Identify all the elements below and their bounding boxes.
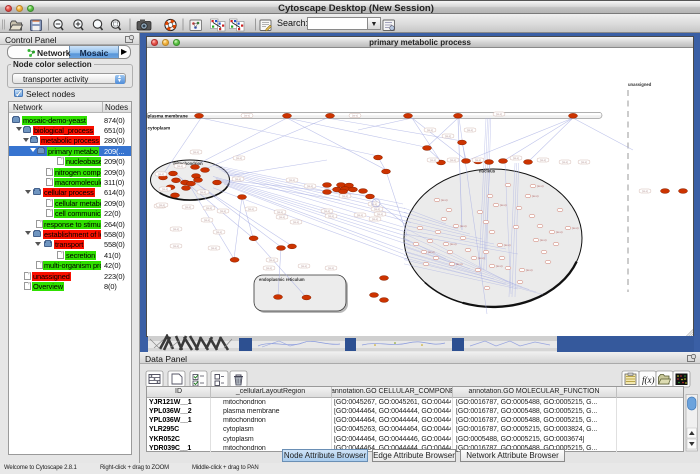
svg-text:(xx-x): (xx-x) — [467, 129, 473, 132]
svg-text:(xx-x): (xx-x) — [289, 179, 295, 182]
svg-text:(xx-x): (xx-x) — [478, 256, 485, 260]
svg-text:(xx-x): (xx-x) — [581, 161, 587, 164]
svg-text:(xx-x): (xx-x) — [293, 221, 299, 224]
svg-text:(xx-x): (xx-x) — [301, 265, 307, 268]
svg-text:(xx-x): (xx-x) — [540, 159, 546, 162]
svg-text:(xx-x): (xx-x) — [500, 203, 507, 207]
svg-text:(xx-x): (xx-x) — [244, 115, 250, 118]
svg-text:(xx-x): (xx-x) — [193, 151, 199, 154]
svg-text:(xx-x): (xx-x) — [460, 224, 467, 228]
svg-text:(xx-x): (xx-x) — [324, 210, 330, 213]
svg-text:plasma membrane: plasma membrane — [148, 113, 189, 118]
svg-text:(xx-x): (xx-x) — [496, 113, 502, 116]
svg-text:(xx-x): (xx-x) — [177, 165, 183, 168]
svg-text:(xx-x): (xx-x) — [445, 135, 451, 138]
svg-text:(xx-x): (xx-x) — [211, 247, 217, 250]
svg-text:(xx-x): (xx-x) — [427, 129, 433, 132]
svg-text:(xx-x): (xx-x) — [428, 250, 435, 254]
svg-text:(xx-x): (xx-x) — [328, 267, 334, 270]
svg-text:(xx-x): (xx-x) — [430, 159, 436, 162]
svg-text:(xx-x): (xx-x) — [279, 216, 285, 219]
svg-text:(xx-x): (xx-x) — [496, 264, 503, 268]
svg-text:(xx-x): (xx-x) — [162, 188, 168, 191]
svg-text:(xx-x): (xx-x) — [342, 195, 348, 198]
svg-text:(xx-x): (xx-x) — [352, 115, 358, 118]
svg-text:(xx-x): (xx-x) — [266, 267, 272, 270]
svg-text:(xx-x): (xx-x) — [236, 157, 242, 160]
svg-text:cytoplasm: cytoplasm — [148, 126, 171, 131]
svg-text:(xx-x): (xx-x) — [441, 198, 448, 202]
svg-text:(xx-x): (xx-x) — [357, 214, 363, 217]
svg-text:(xx-x): (xx-x) — [200, 191, 206, 194]
svg-text:unassigned: unassigned — [628, 82, 652, 87]
svg-text:(xx-x): (xx-x) — [220, 210, 226, 213]
svg-text:(xx-x): (xx-x) — [269, 259, 275, 262]
svg-text:(xx-x): (xx-x) — [556, 230, 563, 234]
svg-text:(xx-x): (xx-x) — [572, 226, 579, 230]
svg-text:(xx-x): (xx-x) — [642, 190, 648, 193]
svg-text:(xx-x): (xx-x) — [277, 211, 283, 214]
svg-text:(xx-x): (xx-x) — [248, 208, 254, 211]
svg-text:(xx-x): (xx-x) — [374, 208, 380, 211]
svg-text:(xx-x): (xx-x) — [159, 204, 165, 207]
svg-text:(xx-x): (xx-x) — [450, 159, 456, 162]
svg-text:(xx-x): (xx-x) — [216, 231, 222, 234]
svg-text:(xx-x): (xx-x) — [235, 178, 241, 181]
svg-text:(xx-x): (xx-x) — [526, 268, 533, 272]
svg-text:f(x): f(x) — [642, 375, 655, 385]
svg-text:(xx-x): (xx-x) — [562, 161, 568, 164]
svg-text:(xx-x): (xx-x) — [540, 238, 547, 242]
svg-text:(xx-x): (xx-x) — [173, 228, 179, 231]
svg-text:(xx-x): (xx-x) — [475, 159, 481, 162]
svg-text:(xx-x): (xx-x) — [158, 173, 164, 176]
svg-text:nucleus: nucleus — [479, 169, 496, 174]
svg-text:(xx-x): (xx-x) — [513, 157, 519, 160]
svg-text:(xx-x): (xx-x) — [450, 242, 457, 246]
svg-text:(xx-x): (xx-x) — [328, 215, 334, 218]
svg-text:(xx-x): (xx-x) — [504, 243, 511, 247]
svg-text:(xx-x): (xx-x) — [185, 206, 191, 209]
svg-text:(xx-x): (xx-x) — [204, 219, 210, 222]
svg-text:(xx-x): (xx-x) — [173, 245, 179, 248]
svg-text:(xx-x): (xx-x) — [372, 218, 378, 221]
svg-text:(xx-x): (xx-x) — [307, 185, 313, 188]
svg-text:(xx-x): (xx-x) — [532, 194, 539, 198]
svg-text:(xx-x): (xx-x) — [206, 207, 212, 210]
svg-text:(xx-x): (xx-x) — [537, 184, 544, 188]
svg-text:(xx-x): (xx-x) — [377, 213, 383, 216]
svg-text:endoplasmic reticulum: endoplasmic reticulum — [259, 277, 305, 282]
svg-text:(xx-x): (xx-x) — [456, 262, 463, 266]
